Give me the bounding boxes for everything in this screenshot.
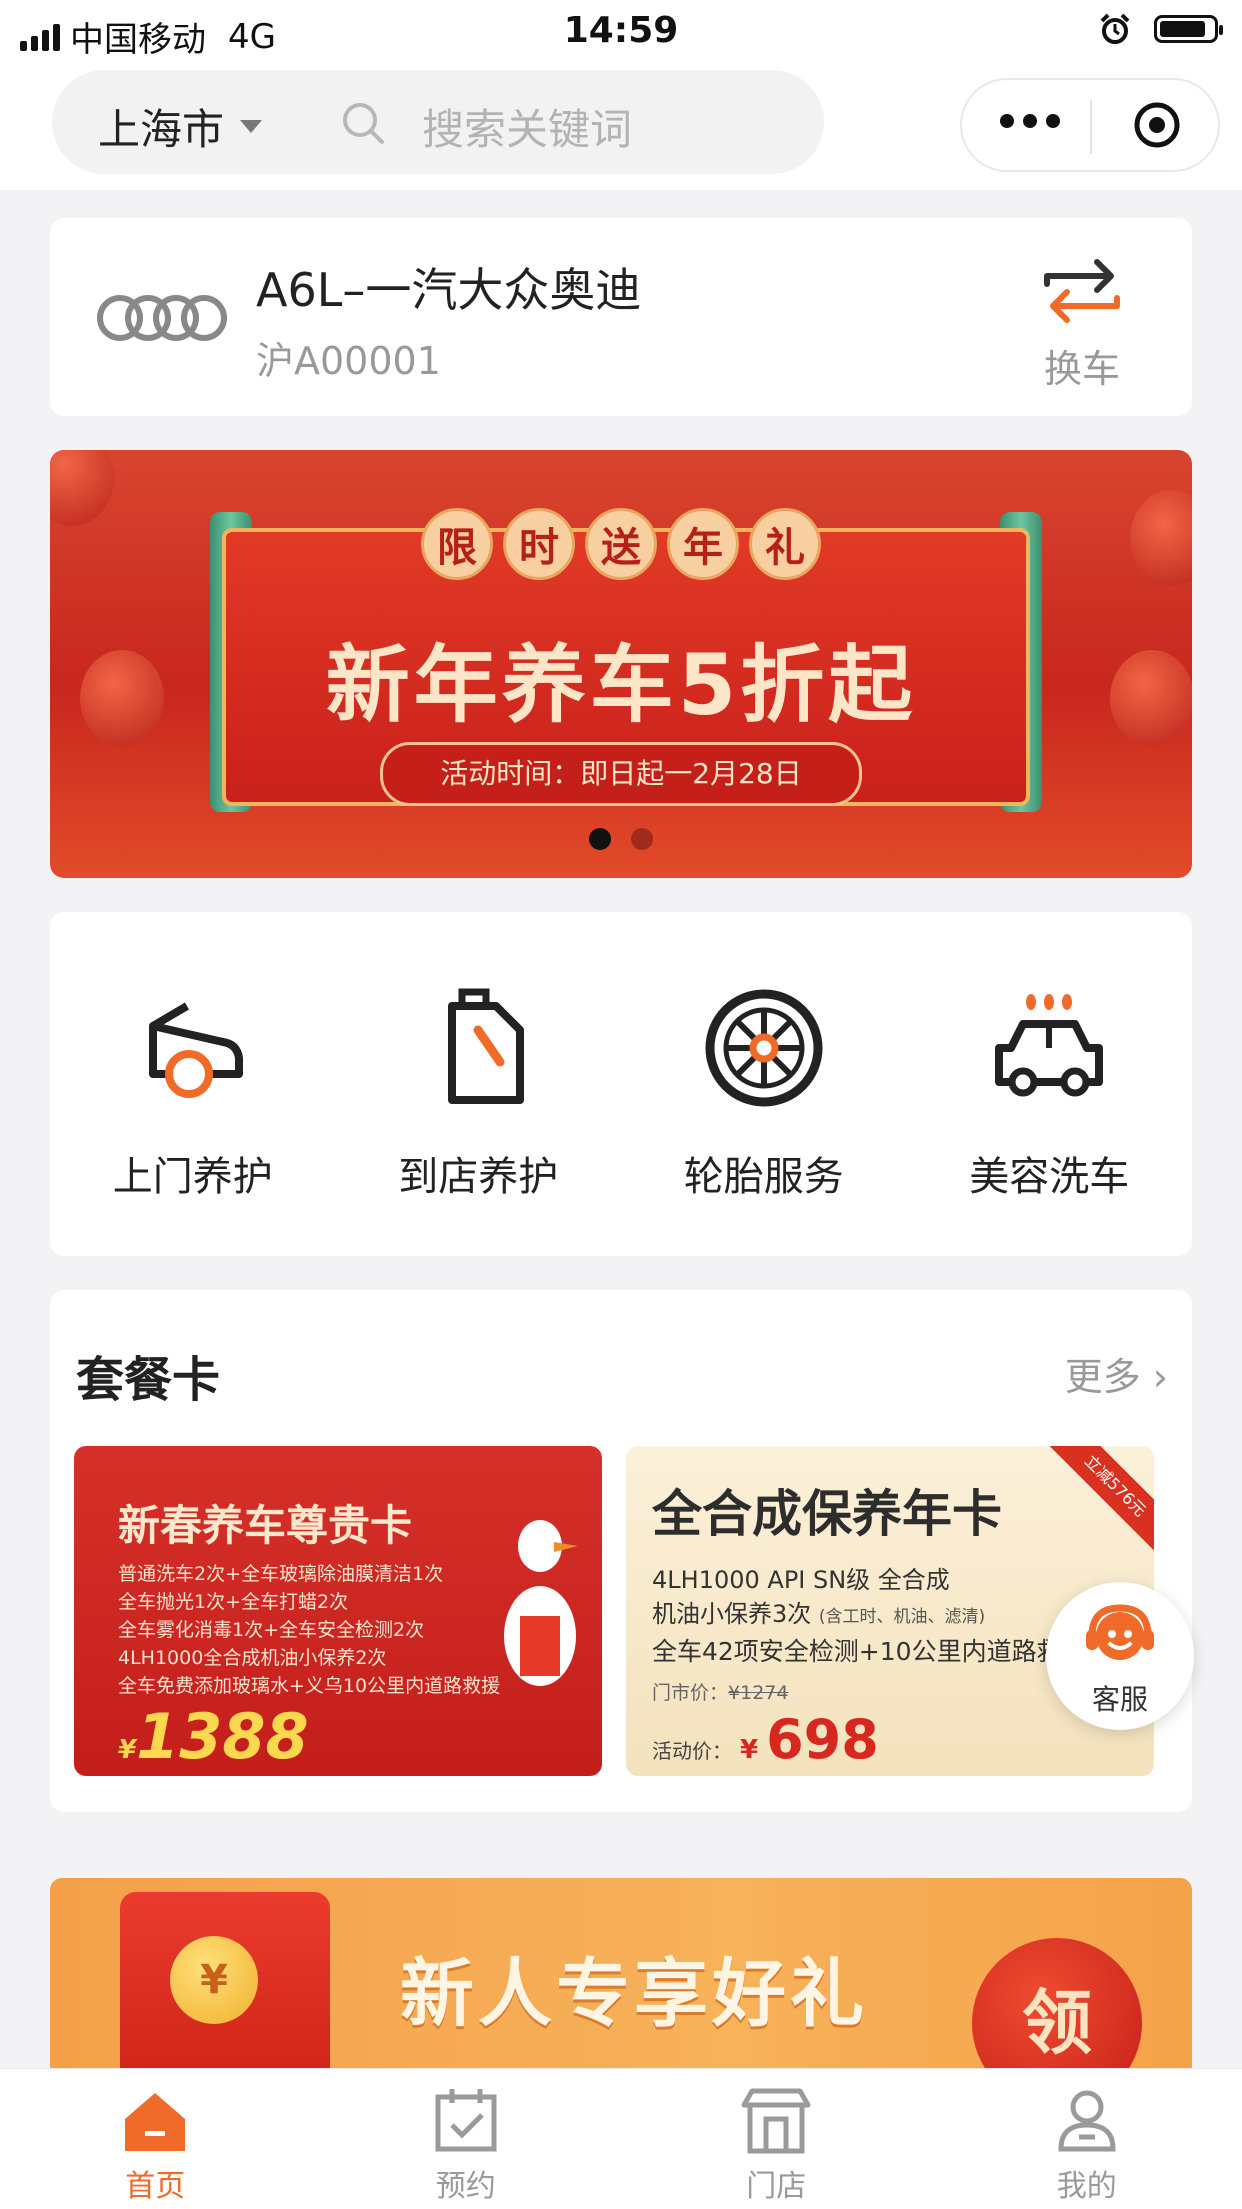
tab-label: 门店 (746, 2161, 806, 2205)
tab-label: 我的 (1057, 2161, 1117, 2205)
user-icon (1049, 2085, 1125, 2155)
tab-home[interactable]: 首页 (0, 2069, 311, 2209)
new-user-title: 新人专享好礼 (400, 1934, 868, 2041)
package-detail-line: 4LH1000全合成机油小保养2次 (118, 1644, 500, 1672)
oil-bottle-icon (412, 982, 544, 1114)
package-section: 套餐卡 更多 › 新春养车尊贵卡 普通洗车2次+全车玻璃除油膜清洁1次 全车抛光… (50, 1290, 1192, 1812)
more-link[interactable]: 更多 › (1065, 1346, 1168, 1401)
search-icon (340, 100, 386, 146)
current-car-card[interactable]: A6L–一汽大众奥迪 沪A00001 换车 (50, 218, 1192, 416)
car-model: A6L–一汽大众奥迪 (256, 254, 641, 320)
switch-car-button[interactable]: 换车 (1022, 254, 1142, 393)
car-hood-icon (127, 982, 259, 1114)
alarm-icon (1098, 12, 1132, 46)
tab-label: 首页 (125, 2161, 185, 2205)
car-wash-icon (983, 982, 1115, 1114)
store-icon (738, 2085, 814, 2155)
customer-service-label: 客服 (1046, 1678, 1194, 1718)
audi-rings-icon (94, 292, 230, 344)
claim-button[interactable]: 领 (972, 1938, 1142, 2068)
headset-icon (1082, 1600, 1158, 1672)
activity-price: 活动价：¥698 (652, 1708, 879, 1771)
package-title: 全合成保养年卡 (652, 1474, 1002, 1546)
package-detail-line: 全车抛光1次+全车打蜡2次 (118, 1588, 500, 1616)
calendar-check-icon (428, 2085, 504, 2155)
switch-car-label: 换车 (1022, 338, 1142, 393)
more-menu-icon[interactable] (1000, 114, 1060, 128)
city-label: 上海市 (98, 96, 224, 157)
new-user-banner[interactable]: ¥ 新人专享好礼 领 (50, 1878, 1192, 2068)
package-detail-line: 机油小保养3次 (含工时、机油、滤清) (652, 1594, 985, 1629)
status-bar: 中国移动 4G 14:59 (0, 0, 1242, 62)
service-home-maintenance[interactable]: 上门养护 (50, 912, 336, 1256)
banner-badge: 送 (585, 508, 657, 580)
top-nav: 上海市 搜索关键词 (0, 62, 1242, 191)
banner-badge: 时 (503, 508, 575, 580)
package-detail-line: 全车免费添加玻璃水+义乌10公里内道路救援 (118, 1672, 500, 1700)
search-input[interactable]: 搜索关键词 (422, 96, 632, 157)
package-title: 新春养车尊贵卡 (118, 1492, 412, 1553)
service-label: 上门养护 (113, 1144, 273, 1202)
package-detail-line: 全车雾化消毒1次+全车安全检测2次 (118, 1616, 500, 1644)
price-value: 1388 (136, 1700, 309, 1773)
mascot-decoration (494, 1506, 584, 1706)
switch-arrows-icon (1037, 254, 1127, 328)
package-details: 普通洗车2次+全车玻璃除油膜清洁1次 全车抛光1次+全车打蜡2次 全车雾化消毒1… (118, 1560, 500, 1700)
close-miniprogram-icon[interactable] (1130, 98, 1184, 152)
service-store-maintenance[interactable]: 到店养护 (336, 912, 622, 1256)
battery-icon (1154, 15, 1218, 43)
service-label: 美容洗车 (969, 1144, 1129, 1202)
service-car-wash[interactable]: 美容洗车 (907, 912, 1193, 1256)
tire-icon (698, 982, 830, 1114)
package-detail-line: 4LH1000 API SN级 全合成 (652, 1560, 950, 1595)
service-label: 到店养护 (398, 1144, 558, 1202)
search-bar[interactable]: 上海市 搜索关键词 (52, 70, 824, 174)
banner-badge: 年 (667, 508, 739, 580)
tab-mine[interactable]: 我的 (932, 2069, 1242, 2209)
page-dot-active[interactable] (589, 828, 611, 850)
promo-banner[interactable]: 限 时 送 年 礼 新年养车5折起 活动时间：即日起一2月28日 (50, 450, 1192, 878)
service-grid: 上门养护 到店养护 轮胎服务 美容洗车 (50, 912, 1192, 1256)
caret-down-icon (240, 120, 262, 133)
miniprogram-capsule (960, 78, 1220, 172)
service-label: 轮胎服务 (684, 1144, 844, 1202)
page-dot[interactable] (631, 828, 653, 850)
original-price: 门市价：¥1274 (652, 1678, 788, 1705)
package-card-spring[interactable]: 新春养车尊贵卡 普通洗车2次+全车玻璃除油膜清洁1次 全车抛光1次+全车打蜡2次… (74, 1446, 602, 1776)
coin-icon: ¥ (170, 1936, 258, 2024)
banner-title: 新年养车5折起 (50, 618, 1192, 739)
tab-store[interactable]: 门店 (621, 2069, 932, 2209)
capsule-divider (1090, 100, 1092, 154)
discount-ribbon: 立减576元 (1042, 1446, 1154, 1559)
banner-badge: 限 (421, 508, 493, 580)
package-detail-line: 普通洗车2次+全车玻璃除油膜清洁1次 (118, 1560, 500, 1588)
banner-subtitle: 活动时间：即日起一2月28日 (380, 742, 862, 806)
home-icon (117, 2085, 193, 2155)
clock: 14:59 (0, 10, 1242, 51)
package-detail-line: 全车42项安全检测+10公里内道路救援 (652, 1632, 1087, 1668)
package-price: ¥1388 (118, 1700, 309, 1773)
tab-label: 预约 (436, 2161, 496, 2205)
banner-pagination (50, 828, 1192, 850)
customer-service-button[interactable]: 客服 (1046, 1582, 1194, 1730)
service-tire[interactable]: 轮胎服务 (621, 912, 907, 1256)
license-plate: 沪A00001 (256, 330, 441, 385)
tab-bar: 首页 预约 门店 我的 (0, 2068, 1242, 2209)
tab-booking[interactable]: 预约 (311, 2069, 622, 2209)
city-selector[interactable]: 上海市 (98, 96, 262, 157)
banner-badge: 礼 (749, 508, 821, 580)
status-right (1098, 12, 1218, 46)
section-title: 套餐卡 (76, 1340, 220, 1410)
banner-badges: 限 时 送 年 礼 (50, 508, 1192, 580)
currency-symbol: ¥ (118, 1735, 136, 1765)
